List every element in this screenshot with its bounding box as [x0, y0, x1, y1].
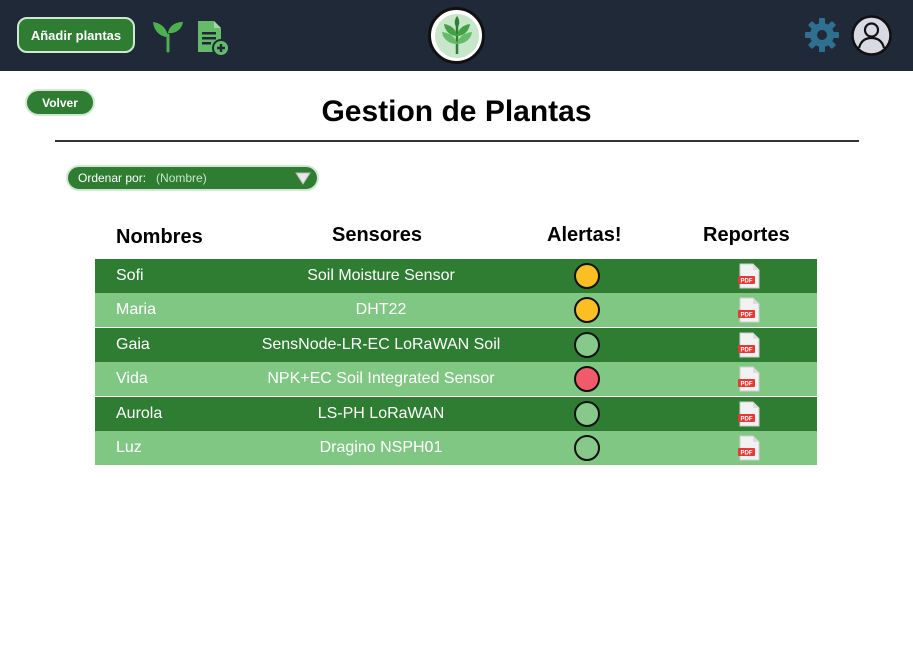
svg-text:PDF: PDF: [741, 416, 753, 422]
pdf-icon[interactable]: PDF: [738, 435, 760, 461]
page-title: Gestion de Plantas: [321, 95, 592, 128]
pdf-icon[interactable]: PDF: [738, 366, 760, 392]
table-row: Gaia SensNode-LR-EC LoRaWAN Soil PDF: [95, 327, 817, 362]
svg-text:PDF: PDF: [741, 313, 753, 319]
column-header-alerts: Alertas!: [547, 224, 622, 246]
plant-name: Aurola: [116, 404, 163, 422]
svg-text:PDF: PDF: [741, 451, 753, 457]
alert-indicator: [574, 263, 600, 289]
pdf-icon[interactable]: PDF: [738, 263, 760, 289]
document-add-icon[interactable]: [195, 19, 231, 57]
top-bar: Añadir plantas: [0, 0, 913, 71]
sprout-icon[interactable]: [150, 17, 186, 53]
sensor-name: Dragino NSPH01: [319, 439, 443, 456]
plant-name: Sofi: [116, 267, 144, 284]
dropdown-arrow-icon: [295, 172, 311, 185]
alert-indicator: [574, 297, 600, 324]
sort-value: (Nombre): [156, 171, 207, 185]
plant-name: Maria: [116, 301, 157, 319]
plant-name: Gaia: [116, 335, 150, 353]
alert-indicator: [574, 435, 600, 461]
column-header-reports: Reportes: [703, 224, 790, 246]
column-header-names: Nombres: [116, 226, 203, 248]
svg-text:PDF: PDF: [741, 382, 753, 388]
plant-name: Luz: [116, 439, 142, 456]
add-plants-button[interactable]: Añadir plantas: [17, 17, 135, 53]
sensor-name: NPK+EC Soil Integrated Sensor: [267, 370, 495, 388]
column-header-sensors: Sensores: [332, 224, 423, 246]
sensor-name: SensNode-LR-EC LoRaWAN Soil: [261, 335, 501, 353]
sensor-name: Soil Moisture Sensor: [307, 267, 455, 284]
table-row: Luz Dragino NSPH01 PDF: [95, 431, 817, 465]
pdf-icon[interactable]: PDF: [738, 401, 760, 427]
alert-indicator: [574, 366, 600, 393]
sort-label: Ordenar por:: [78, 171, 147, 185]
table-row: Aurola LS-PH LoRaWAN PDF: [95, 396, 817, 431]
plant-name: Vida: [116, 370, 148, 388]
plant-logo-icon: [434, 13, 479, 58]
table-row: Vida NPK+EC Soil Integrated Sensor PDF: [95, 362, 817, 397]
sensor-name: LS-PH LoRaWAN: [317, 404, 445, 422]
table-row: Maria DHT22 PDF: [95, 293, 817, 328]
table-row: Sofi Soil Moisture Sensor PDF: [95, 259, 817, 293]
sensor-name: DHT22: [355, 301, 407, 319]
alert-indicator: [574, 400, 600, 427]
user-avatar-icon[interactable]: [851, 15, 892, 56]
svg-text:PDF: PDF: [741, 347, 753, 353]
title-divider: [55, 140, 859, 142]
sort-dropdown[interactable]: Ordenar por: (Nombre): [66, 165, 319, 191]
alert-indicator: [574, 331, 600, 358]
plant-logo: [428, 7, 485, 64]
pdf-icon[interactable]: PDF: [738, 297, 760, 323]
svg-text:PDF: PDF: [741, 279, 753, 285]
gear-icon[interactable]: [803, 16, 841, 54]
pdf-icon[interactable]: PDF: [738, 332, 760, 358]
